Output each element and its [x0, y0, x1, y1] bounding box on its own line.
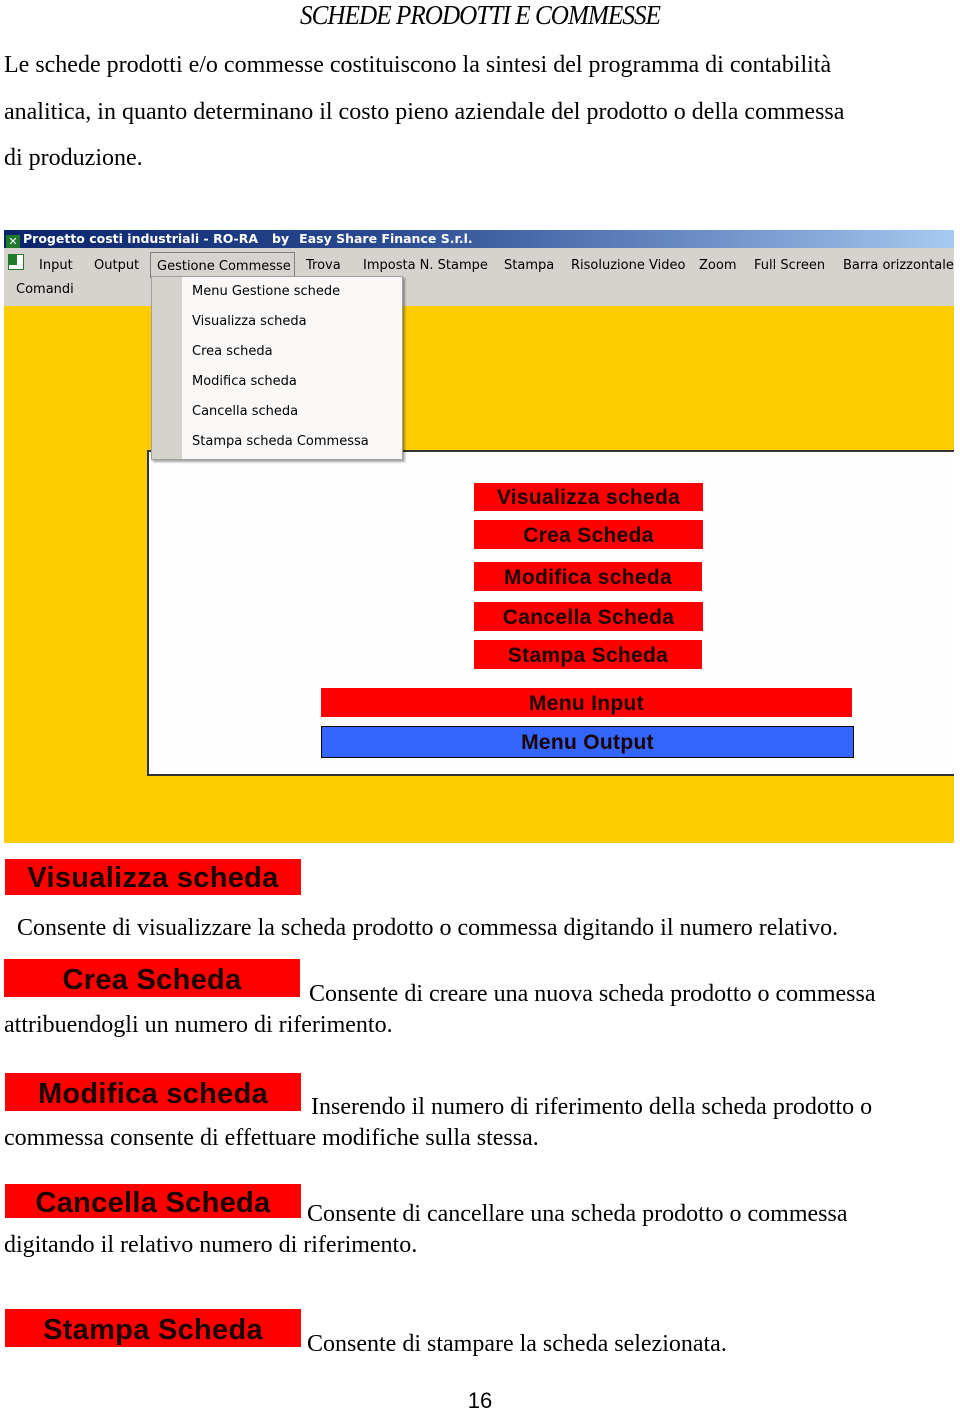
crea-scheda-description-line2: attribuendogli un numero di riferimento. — [4, 1012, 393, 1038]
menu-gestione-commesse[interactable]: Gestione Commesse — [150, 252, 295, 278]
visualizza-scheda-label-button: Visualizza scheda — [5, 859, 301, 895]
menu-input-button[interactable]: Menu Input — [321, 688, 852, 717]
window-titlebar: ✕ Progetto costi industriali - RO-RA by Eas… — [4, 230, 954, 249]
menu-trova[interactable]: Trova — [304, 252, 343, 276]
modifica-scheda-description-line2: commessa consente di effettuare modifich… — [4, 1125, 539, 1151]
visualizza-scheda-button[interactable]: Visualizza scheda — [474, 483, 703, 511]
intro-paragraph: Le schede prodotti e/o commesse costitui… — [4, 42, 959, 182]
cancella-scheda-button[interactable]: Cancella Scheda — [474, 602, 703, 631]
crea-scheda-button[interactable]: Crea Scheda — [474, 520, 703, 549]
window-title-by: by — [272, 231, 290, 246]
intro-line: analitica, in quanto determinano il cost… — [4, 98, 845, 125]
menu-risoluzione-video[interactable]: Risoluzione Video — [569, 252, 687, 276]
dropdown-gutter — [152, 277, 182, 459]
modifica-scheda-button[interactable]: Modifica scheda — [474, 562, 702, 591]
cancella-scheda-description-line2: digitando il relativo numero di riferime… — [4, 1232, 418, 1258]
window-title: Progetto costi industriali - RO-RA — [23, 231, 259, 246]
menu-output-button[interactable]: Menu Output — [321, 726, 854, 758]
dropdown-item-stampa-scheda-commessa[interactable]: Stampa scheda Commessa — [192, 427, 369, 457]
cancella-scheda-description-line1: Consente di cancellare una scheda prodot… — [307, 1201, 848, 1227]
intro-line: di produzione. — [4, 145, 143, 171]
menu-bar: Input Output Gestione Commesse Trova Imp… — [4, 248, 954, 306]
dropdown-item-menu-gestione-schede[interactable]: Menu Gestione schede — [192, 277, 340, 307]
dropdown-item-cancella-scheda[interactable]: Cancella scheda — [192, 397, 298, 427]
menu-input[interactable]: Input — [37, 252, 75, 276]
menu-barra-orizzontale[interactable]: Barra orizzontale — [841, 252, 954, 276]
intro-line: Le schede prodotti e/o commesse costitui… — [4, 52, 832, 78]
dropdown-item-crea-scheda[interactable]: Crea scheda — [192, 337, 273, 367]
crea-scheda-description-line1: Consente di creare una nuova scheda prod… — [309, 981, 876, 1007]
menu-comandi[interactable]: Comandi — [16, 282, 74, 297]
modifica-scheda-label-button: Modifica scheda — [5, 1073, 301, 1111]
cancella-scheda-label-button: Cancella Scheda — [5, 1184, 301, 1219]
gestione-commesse-dropdown: Menu Gestione schede Visualizza scheda C… — [151, 276, 403, 460]
menu-full-screen[interactable]: Full Screen — [752, 252, 827, 276]
app-screenshot: ✕ Progetto costi industriali - RO-RA by Eas… — [4, 230, 954, 843]
page-number: 16 — [467, 1388, 493, 1413]
modifica-scheda-description-line1: Inserendo il numero di riferimento della… — [311, 1094, 873, 1120]
dropdown-item-visualizza-scheda[interactable]: Visualizza scheda — [192, 307, 307, 337]
menu-output[interactable]: Output — [92, 252, 141, 276]
dropdown-item-modifica-scheda[interactable]: Modifica scheda — [192, 367, 297, 397]
stampa-scheda-button[interactable]: Stampa Scheda — [474, 640, 702, 669]
menu-zoom[interactable]: Zoom — [697, 252, 738, 276]
visualizza-scheda-description: Consente di visualizzare la scheda prodo… — [17, 915, 839, 941]
stampa-scheda-label-button: Stampa Scheda — [5, 1309, 301, 1347]
form-panel: Visualizza scheda Crea Scheda Modifica s… — [147, 450, 954, 776]
crea-scheda-label-button: Crea Scheda — [4, 959, 300, 997]
excel-icon: ✕ — [6, 235, 20, 249]
stampa-scheda-description: Consente di stampare la scheda seleziona… — [307, 1331, 727, 1357]
window-title-company: Easy Share Finance S.r.l. — [299, 231, 473, 246]
workbook-icon[interactable] — [8, 254, 24, 270]
menu-stampa[interactable]: Stampa — [502, 252, 556, 276]
document-title: SCHEDE PRODOTTI E COMMESSE — [299, 0, 661, 30]
menu-imposta-n-stampe[interactable]: Imposta N. Stampe — [361, 252, 490, 276]
